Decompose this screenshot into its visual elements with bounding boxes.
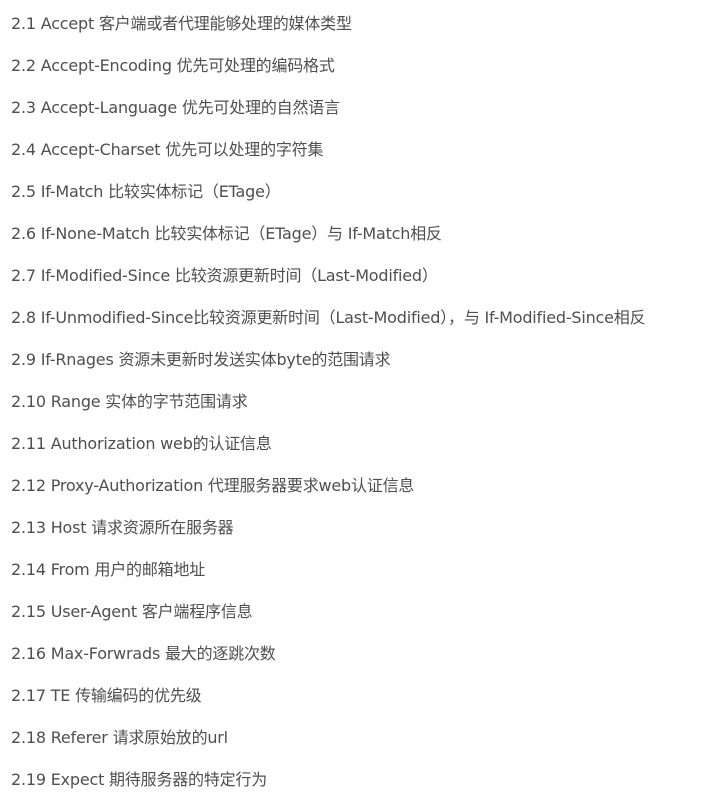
list-item-2-17: 2.17 TE 传输编码的优先级 xyxy=(11,686,202,705)
list-item-2-8: 2.8 If-Unmodified-Since比较资源更新时间（Last-Mod… xyxy=(11,308,646,327)
list-item-2-9: 2.9 If-Rnages 资源未更新时发送实体byte的范围请求 xyxy=(11,350,391,369)
list-item-2-10: 2.10 Range 实体的字节范围请求 xyxy=(11,392,248,411)
list-item-2-16: 2.16 Max-Forwrads 最大的逐跳次数 xyxy=(11,644,276,663)
list-item-2-11: 2.11 Authorization web的认证信息 xyxy=(11,434,272,453)
list-item-2-4: 2.4 Accept-Charset 优先可以处理的字符集 xyxy=(11,140,324,159)
list-item-2-2: 2.2 Accept-Encoding 优先可处理的编码格式 xyxy=(11,56,335,75)
list-item-2-15: 2.15 User-Agent 客户端程序信息 xyxy=(11,602,253,621)
list-item-2-7: 2.7 If-Modified-Since 比较资源更新时间（Last-Modi… xyxy=(11,266,438,285)
list-item-2-1: 2.1 Accept 客户端或者代理能够处理的媒体类型 xyxy=(11,14,352,33)
list-item-2-5: 2.5 If-Match 比较实体标记（ETage） xyxy=(11,182,281,201)
list-item-2-18: 2.18 Referer 请求原始放的url xyxy=(11,728,228,747)
list-item-2-3: 2.3 Accept-Language 优先可处理的自然语言 xyxy=(11,98,340,117)
list-item-2-19: 2.19 Expect 期待服务器的特定行为 xyxy=(11,770,268,789)
list-item-2-12: 2.12 Proxy-Authorization 代理服务器要求web认证信息 xyxy=(11,476,415,495)
list-item-2-14: 2.14 From 用户的邮箱地址 xyxy=(11,560,206,579)
list-item-2-13: 2.13 Host 请求资源所在服务器 xyxy=(11,518,234,537)
header-list: 2.1 Accept 客户端或者代理能够处理的媒体类型 2.2 Accept-E… xyxy=(0,0,710,811)
list-item-2-6: 2.6 If-None-Match 比较实体标记（ETage）与 If-Matc… xyxy=(11,224,442,243)
